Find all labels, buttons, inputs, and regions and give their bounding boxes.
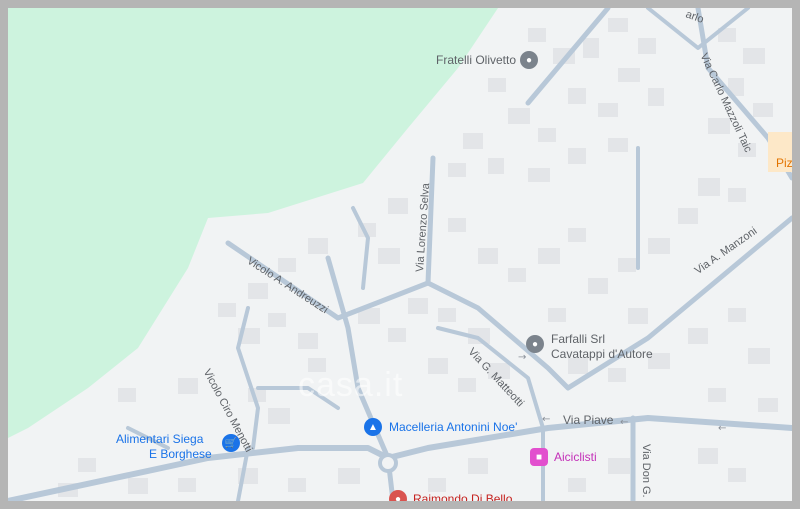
poi-label: Raimondo Di Bello xyxy=(413,492,513,501)
poi-label-line2: E Borghese xyxy=(149,447,212,461)
shopping-bag-icon: ▲ xyxy=(364,418,382,436)
poi-farfalli[interactable]: ● Farfalli Srl Cavatappi d'Autore xyxy=(526,332,676,368)
poi-aiciclisti[interactable]: ■ Aiciclisti xyxy=(530,448,597,466)
poi-label-line1: Alimentari Siega xyxy=(116,432,204,446)
shopping-cart-icon: 🛒 xyxy=(222,434,240,452)
poi-label: Piz xyxy=(776,156,792,170)
bed-icon: ■ xyxy=(530,448,548,466)
poi-label: Macelleria Antonini Noe' xyxy=(389,420,518,434)
poi-label: Fratelli Olivetto xyxy=(436,53,517,67)
svg-text:←: ← xyxy=(620,417,628,428)
location-pin-icon: ● xyxy=(520,51,539,69)
poi-piz[interactable]: Piz xyxy=(768,132,792,172)
svg-text:←: ← xyxy=(542,414,550,425)
poi-label-line1: Farfalli Srl xyxy=(551,332,606,346)
location-pin-icon: ● xyxy=(526,335,544,353)
svg-text:←: ← xyxy=(718,423,726,434)
poi-fratelli-olivetto[interactable]: Fratelli Olivetto ● xyxy=(436,51,539,69)
poi-label-line2: Cavatappi d'Autore xyxy=(551,347,653,361)
watermark: casa.it xyxy=(298,366,404,404)
roundabout xyxy=(378,453,398,473)
restaurant-icon: ● xyxy=(389,490,407,501)
map-viewport[interactable]: ← ← ← → Vicolo A. Andreuzzi Via Lorenzo … xyxy=(8,8,792,501)
street-label-via-piave: Via Piave xyxy=(563,413,614,427)
poi-raimondo[interactable]: ● Raimondo Di Bello xyxy=(389,490,512,501)
poi-macelleria[interactable]: ▲ Macelleria Antonini Noe' xyxy=(364,418,517,436)
poi-alimentari[interactable]: Alimentari Siega E Borghese 🛒 xyxy=(116,432,246,464)
poi-label: Aiciclisti xyxy=(554,450,597,464)
street-label-via-don: Via Don G. xyxy=(640,444,652,498)
